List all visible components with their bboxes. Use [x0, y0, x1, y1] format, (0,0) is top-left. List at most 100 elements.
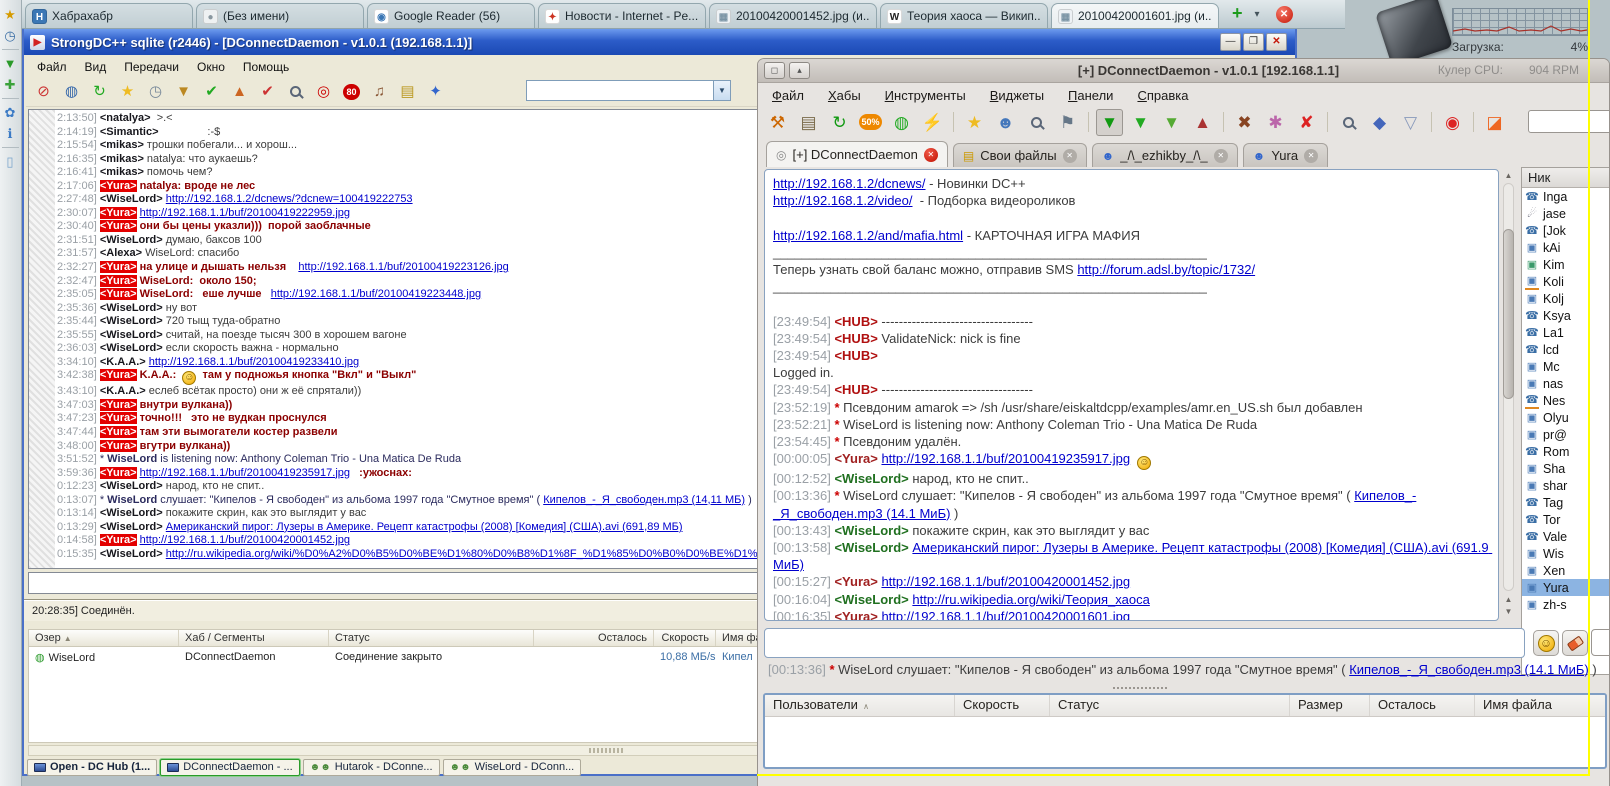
- nick-row[interactable]: ☎lcd: [1522, 341, 1610, 358]
- bookmarks-panel-icon[interactable]: ★: [0, 4, 20, 25]
- browser-tab[interactable]: WТеория хаоса — Викип...: [880, 3, 1048, 28]
- share-browser-icon[interactable]: ▤: [795, 109, 822, 136]
- hub-tab[interactable]: ☻Yura✕: [1243, 143, 1328, 167]
- browser-close-button[interactable]: ✕: [1276, 6, 1293, 23]
- nick-row[interactable]: ▣Sha: [1522, 460, 1610, 477]
- search-icon[interactable]: [283, 79, 308, 104]
- finished-downloads-icon[interactable]: ✔: [199, 79, 224, 104]
- chat-link[interactable]: http://192.168.1.1/buf/20100419235917.jp…: [881, 451, 1130, 466]
- nick-row[interactable]: ☎Inga: [1522, 188, 1610, 205]
- nick-row[interactable]: ▣Mc: [1522, 358, 1610, 375]
- taskbar-item[interactable]: ☻☻Hutarok - DConne...: [303, 759, 440, 776]
- nick-row[interactable]: ☎Tor: [1522, 511, 1610, 528]
- taskbar-item[interactable]: ☻☻WiseLord - DConn...: [443, 759, 582, 776]
- nick-row[interactable]: ▣Yura: [1522, 579, 1610, 596]
- chat-link[interactable]: http://ru.wikipedia.org/wiki/%D0%A2%D0%B…: [166, 548, 777, 560]
- eraser-icon[interactable]: ◪: [1481, 109, 1508, 136]
- notepad-icon[interactable]: ▤: [395, 79, 420, 104]
- nick-row[interactable]: ▣pr@: [1522, 426, 1610, 443]
- history-panel-icon[interactable]: ◷: [0, 25, 20, 46]
- waiting-users-icon[interactable]: ▲: [227, 79, 252, 104]
- hub-tab[interactable]: ☻_/\_ezhikby_/\_✕: [1092, 143, 1238, 167]
- nick-row[interactable]: ▣kAi: [1522, 239, 1610, 256]
- tab-close-icon[interactable]: ✕: [1063, 149, 1077, 163]
- menu-item[interactable]: Вид: [76, 58, 116, 76]
- nick-row[interactable]: ▣Kolj: [1522, 290, 1610, 307]
- hub-tab[interactable]: ◎[+] DConnectDaemon✕: [766, 141, 948, 167]
- downloads-panel-icon[interactable]: ▼: [0, 53, 20, 74]
- browser-tab[interactable]: ▦20100420001601.jpg (и...: [1051, 3, 1219, 28]
- browser-tab[interactable]: HХабрахабр: [25, 3, 193, 28]
- shade-button[interactable]: ▴: [789, 62, 810, 79]
- nick-row[interactable]: ▣Kim: [1522, 256, 1610, 273]
- search-spy-icon[interactable]: ✱: [1262, 109, 1289, 136]
- refresh-share-icon[interactable]: ↻: [826, 109, 853, 136]
- restore-button[interactable]: ❐: [1243, 33, 1264, 51]
- download-queue-icon[interactable]: ▼: [1096, 109, 1123, 136]
- chat-link[interactable]: http://forum.adsl.by/topic/1732/: [1077, 262, 1255, 277]
- panels-toggle-icon[interactable]: ▯: [0, 151, 20, 172]
- strongdc-title-bar[interactable]: ▶ StrongDC++ sqlite (r2446) - [DConnectD…: [24, 29, 1295, 55]
- nick-row[interactable]: ▣Xen: [1522, 562, 1610, 579]
- chat-link[interactable]: http://192.168.1.1/buf/20100420001601.jp…: [881, 609, 1130, 621]
- chat-link[interactable]: http://192.168.1.1/buf/20100419223448.jp…: [271, 288, 481, 300]
- minimize-button[interactable]: —: [1220, 33, 1241, 51]
- close-button[interactable]: ✕: [1266, 33, 1287, 51]
- scrollbar-grip[interactable]: [589, 748, 623, 753]
- nick-row[interactable]: ☎Rom: [1522, 443, 1610, 460]
- finished-uploads-icon[interactable]: ✔: [255, 79, 280, 104]
- column-header[interactable]: Озер▲: [29, 630, 179, 646]
- column-header[interactable]: Осталось: [1370, 695, 1475, 716]
- settings-icon[interactable]: ⚒: [764, 109, 791, 136]
- column-header[interactable]: Статус: [329, 630, 534, 646]
- speed-limit-icon[interactable]: 80: [339, 79, 364, 104]
- web-server-icon[interactable]: ◍: [888, 109, 915, 136]
- nick-row[interactable]: ▣shar: [1522, 477, 1610, 494]
- menu-item[interactable]: Файл: [28, 58, 76, 76]
- scrollbar-thumb[interactable]: [1503, 229, 1514, 399]
- ratio-badge-icon[interactable]: 50%: [857, 109, 884, 136]
- chat-link[interactable]: http://192.168.1.2/dcnews/?dcnew=1004192…: [166, 193, 413, 205]
- public-hubs-icon[interactable]: ⊘: [31, 79, 56, 104]
- nick-row[interactable]: ▣Koli: [1522, 273, 1610, 290]
- chat-link[interactable]: http://192.168.1.2/dcnews/: [773, 176, 926, 191]
- chat-link[interactable]: http://192.168.1.1/buf/20100419233410.jp…: [149, 356, 359, 368]
- column-header[interactable]: Пользователи ∧: [765, 695, 955, 716]
- close-window-icon[interactable]: ✘: [1293, 109, 1320, 136]
- nick-row[interactable]: ☎[Jok: [1522, 222, 1610, 239]
- nick-row[interactable]: ▣Olyu: [1522, 409, 1610, 426]
- nick-row[interactable]: ☎Nes: [1522, 392, 1610, 409]
- column-header[interactable]: Размер: [1290, 695, 1370, 716]
- menu-item[interactable]: Виджеты: [990, 88, 1044, 103]
- chat-link[interactable]: Кипелов_-_Я_свободен.mp3 (14,11 МБ): [543, 494, 745, 506]
- favorite-users-icon[interactable]: ☻: [992, 109, 1019, 136]
- downloads-dir-icon[interactable]: ▼: [1158, 109, 1185, 136]
- chat-link[interactable]: Американский пирог: Лузеры в Америке. Ре…: [166, 521, 683, 533]
- hub-chat-box[interactable]: http://192.168.1.2/dcnews/ - Новинки DC+…: [764, 169, 1499, 621]
- finished-downloads-icon[interactable]: ▼: [1127, 109, 1154, 136]
- quick-connect-icon[interactable]: ✦: [423, 79, 448, 104]
- menu-item[interactable]: Панели: [1068, 88, 1113, 103]
- chat-link[interactable]: http://192.168.1.2/and/mafia.html: [773, 228, 963, 243]
- chat-input[interactable]: [28, 572, 778, 594]
- emoticon-button[interactable]: ☺: [1533, 630, 1559, 656]
- browser-tab[interactable]: ●(Без имени): [196, 3, 364, 28]
- chat-link[interactable]: http://192.168.1.1/buf/20100420001452.jp…: [140, 534, 350, 546]
- tab-menu-chevron-icon[interactable]: ▾: [1255, 9, 1260, 20]
- sound-icon[interactable]: ♫: [367, 79, 392, 104]
- menu-item[interactable]: Помощь: [234, 58, 298, 76]
- favorite-hubs-icon[interactable]: ★: [115, 79, 140, 104]
- power-icon[interactable]: ◉: [1439, 109, 1466, 136]
- message-input[interactable]: [764, 628, 1525, 658]
- nick-row[interactable]: ☎Ksya: [1522, 307, 1610, 324]
- chat-link[interactable]: http://192.168.1.1/buf/20100419235917.jp…: [140, 467, 350, 479]
- new-tab-button[interactable]: +: [1232, 3, 1243, 24]
- public-hubs-icon[interactable]: ⚑: [1054, 109, 1081, 136]
- find-in-chat-icon[interactable]: [1335, 109, 1362, 136]
- nick-row[interactable]: ▣nas: [1522, 375, 1610, 392]
- hub-tab[interactable]: ▤Свои файлы✕: [953, 143, 1087, 167]
- finished-uploads-icon[interactable]: ▲: [1189, 109, 1216, 136]
- nick-row[interactable]: ☎La1: [1522, 324, 1610, 341]
- menu-item[interactable]: Инструменты: [885, 88, 966, 103]
- browser-tab[interactable]: ▦20100420001452.jpg (и...: [709, 3, 877, 28]
